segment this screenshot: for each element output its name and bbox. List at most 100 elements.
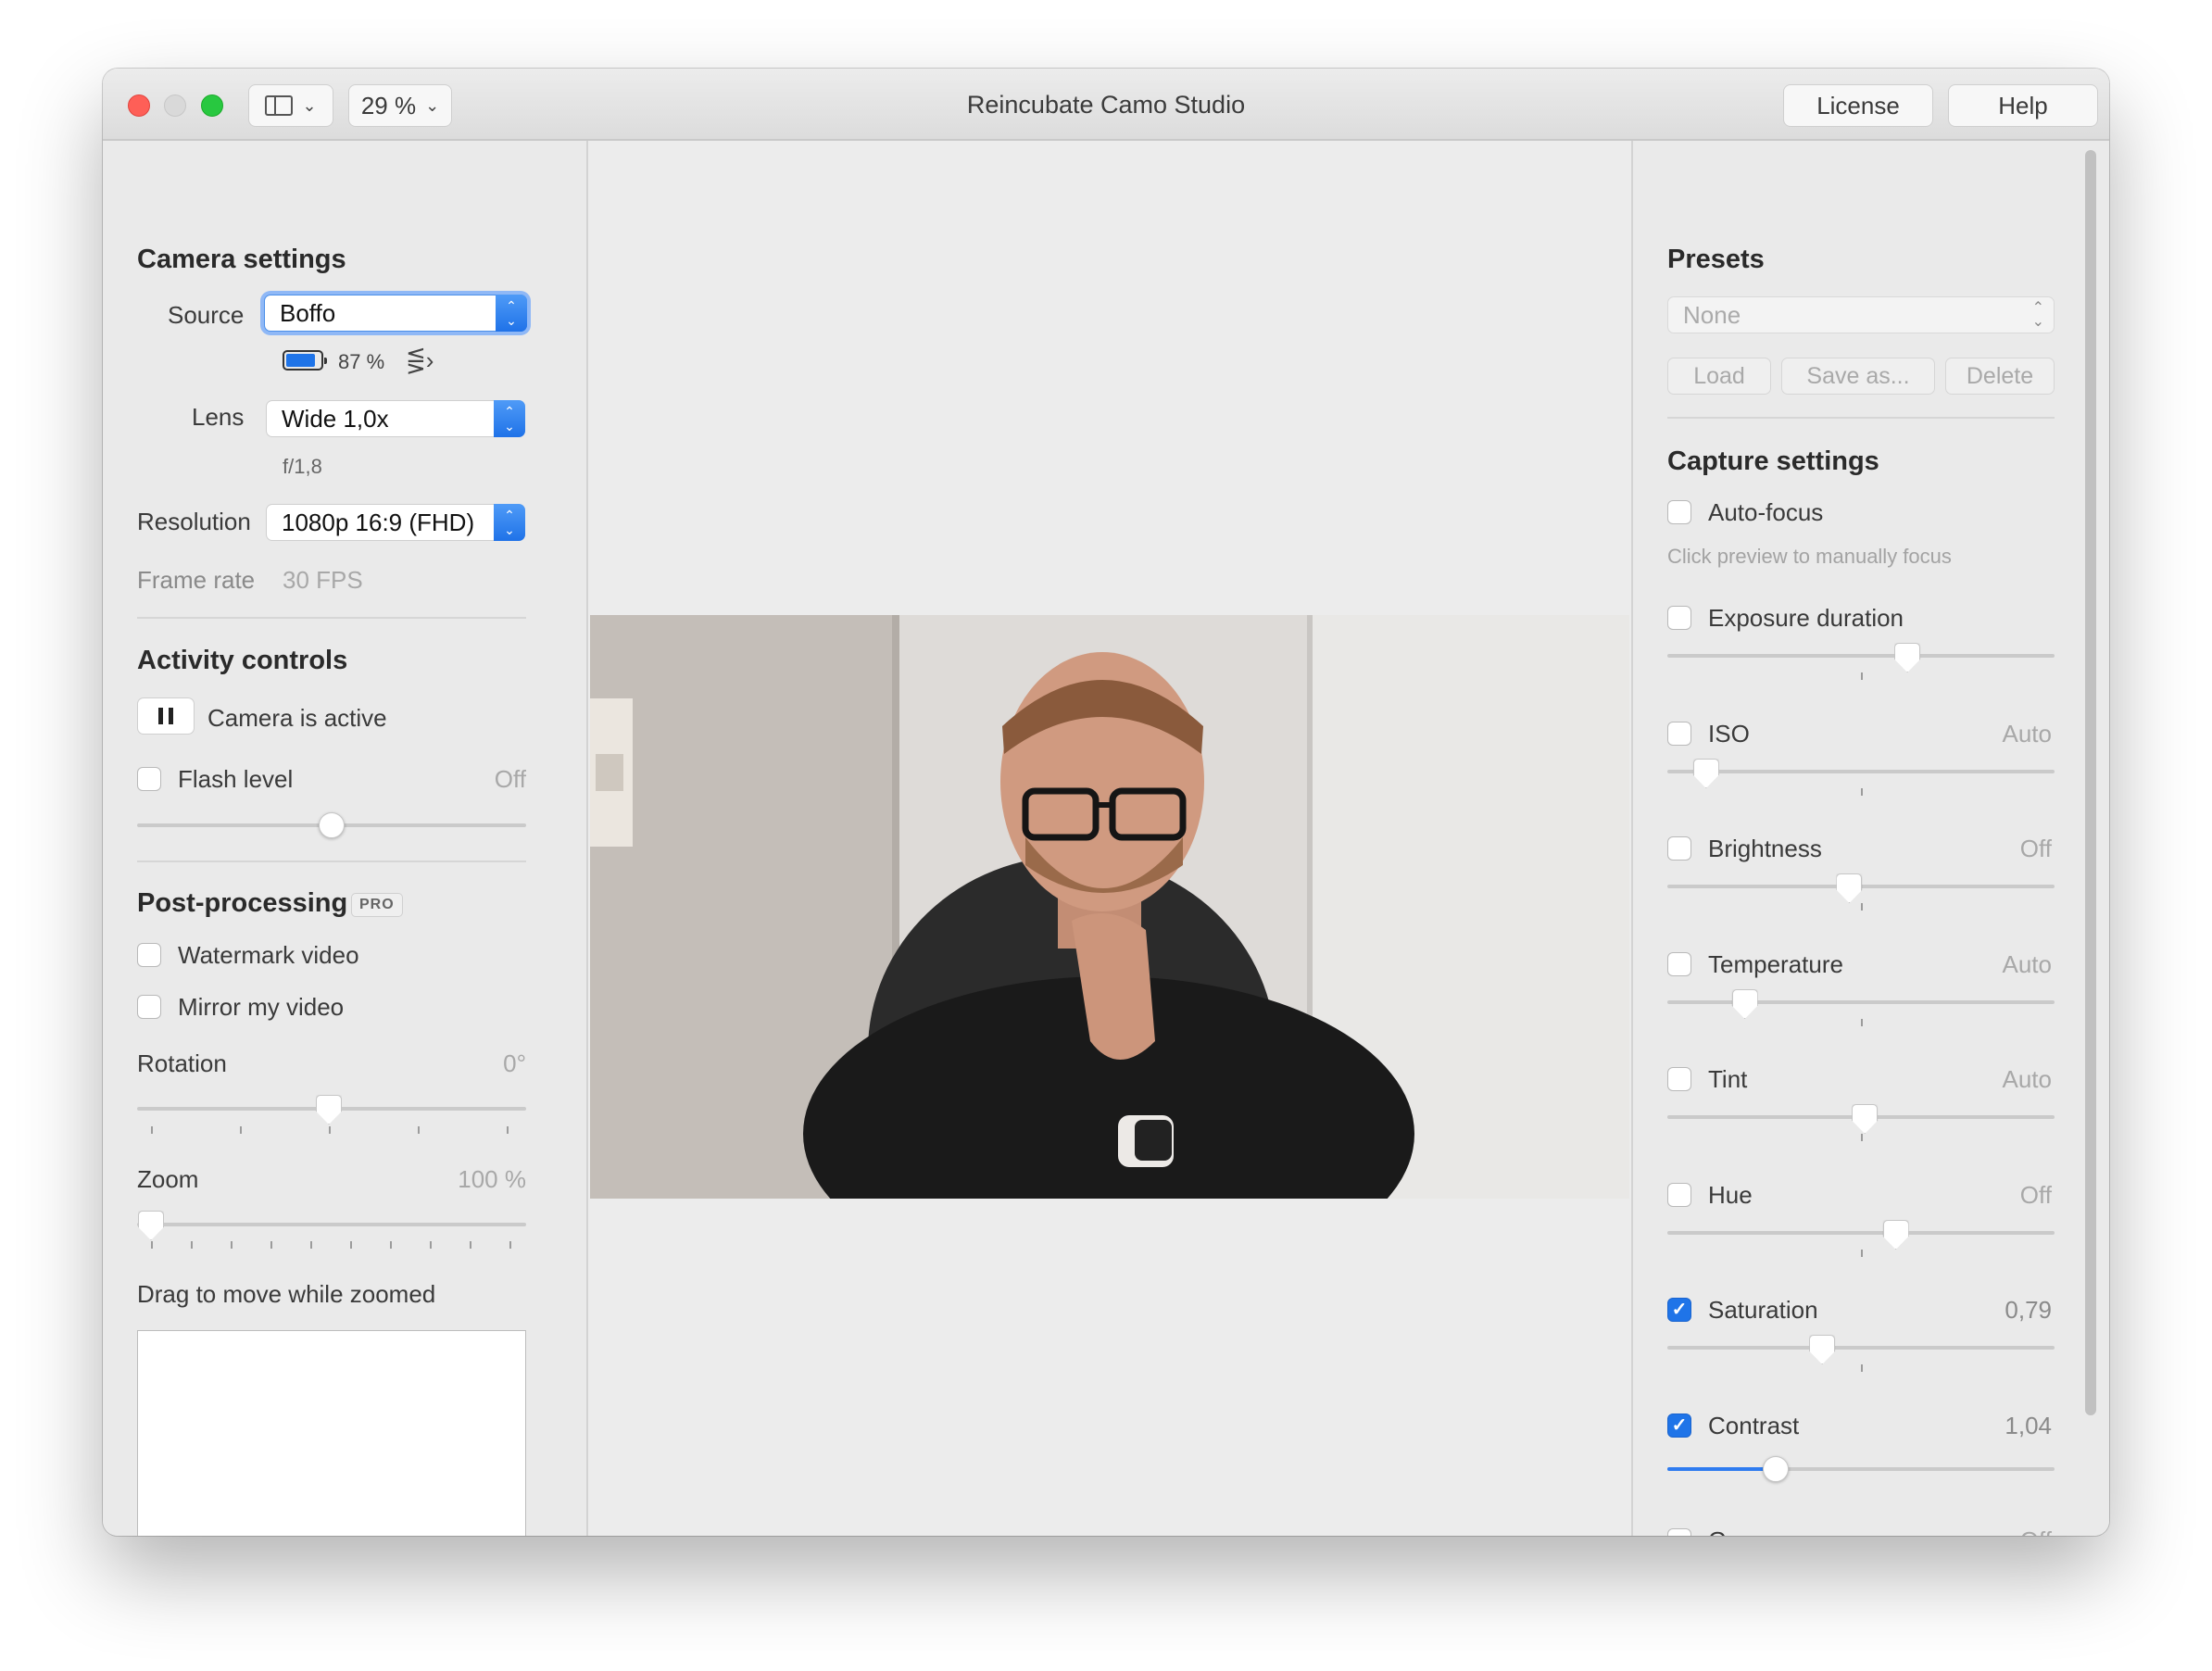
- exposure-duration-slider-track: [1667, 654, 2055, 658]
- hue-checkbox[interactable]: [1667, 1183, 1691, 1207]
- zoom-label: Zoom: [137, 1165, 199, 1193]
- saturation-slider-track: [1667, 1346, 2055, 1350]
- tint-slider-thumb[interactable]: [1852, 1104, 1879, 1134]
- load-preset-button[interactable]: Load: [1667, 358, 1771, 395]
- camera-preview[interactable]: [590, 615, 1629, 1199]
- slider-tick: [231, 1241, 233, 1249]
- left-sidebar: Camera settings Source Boffo ⌃ ⌄ 87 % ⋚› …: [103, 141, 588, 1536]
- slider-tick: [151, 1126, 153, 1134]
- temperature-slider-thumb[interactable]: [1731, 989, 1758, 1019]
- drag-hint: Drag to move while zoomed: [137, 1280, 436, 1308]
- zoom-slider-thumb[interactable]: [138, 1211, 164, 1240]
- camera-settings-heading: Camera settings: [137, 245, 346, 274]
- tint-label: Tint: [1708, 1065, 1748, 1093]
- section-divider: [137, 617, 526, 619]
- brightness-slider-thumb[interactable]: [1836, 873, 1863, 903]
- battery-percent: 87 %: [338, 350, 385, 373]
- slider-tick: [270, 1241, 272, 1249]
- slider-tick: [470, 1241, 471, 1249]
- slider-tick: [151, 1241, 153, 1249]
- gamma-checkbox[interactable]: [1667, 1528, 1691, 1536]
- select-stepper-icon: ⌃ ⌄: [496, 295, 527, 332]
- hue-label: Hue: [1708, 1181, 1753, 1209]
- sidebar-scrollbar[interactable]: [2085, 150, 2096, 1415]
- pause-camera-button[interactable]: [137, 697, 195, 735]
- preset-select[interactable]: None ⌃ ⌄: [1667, 296, 2055, 333]
- rotation-label: Rotation: [137, 1049, 227, 1077]
- license-button[interactable]: License: [1783, 84, 1933, 127]
- source-select[interactable]: Boffo ⌃ ⌄: [264, 295, 527, 332]
- iso-value: Auto: [2002, 720, 2053, 748]
- help-button[interactable]: Help: [1948, 84, 2098, 127]
- slider-tick: [430, 1241, 432, 1249]
- watermark-checkbox[interactable]: [137, 943, 161, 967]
- tint-value: Auto: [2002, 1065, 2053, 1093]
- iso-checkbox[interactable]: [1667, 722, 1691, 746]
- auto-focus-checkbox[interactable]: [1667, 500, 1691, 524]
- capture-settings-heading: Capture settings: [1667, 446, 1879, 476]
- select-stepper-icon: ⌃ ⌄: [2031, 300, 2044, 330]
- post-processing-heading: Post-processing: [137, 888, 348, 918]
- pause-icon-bar: [158, 708, 163, 724]
- slider-tick: [1861, 672, 1863, 680]
- right-sidebar: Presets None ⌃ ⌄ Load Save as... Delete C…: [1631, 141, 2109, 1536]
- flash-level-value: Off: [494, 765, 526, 793]
- slider-tick: [310, 1241, 312, 1249]
- temperature-slider-track: [1667, 1000, 2055, 1004]
- temperature-label: Temperature: [1708, 950, 1843, 978]
- temperature-value: Auto: [2002, 950, 2053, 978]
- exposure-duration-label: Exposure duration: [1708, 604, 1904, 632]
- iso-slider-thumb[interactable]: [1692, 759, 1719, 788]
- slider-tick: [191, 1241, 193, 1249]
- tint-checkbox[interactable]: [1667, 1067, 1691, 1091]
- lens-select[interactable]: Wide 1,0x ⌃ ⌄: [266, 400, 525, 437]
- slider-tick: [1861, 903, 1863, 911]
- slider-tick: [1861, 788, 1863, 796]
- zoom-navigator-area[interactable]: [137, 1330, 526, 1536]
- source-label: Source: [168, 301, 245, 329]
- hue-value: Off: [2019, 1181, 2052, 1209]
- contrast-slider-fill: [1667, 1467, 1777, 1471]
- usb-icon: ⋚›: [406, 346, 434, 374]
- temperature-checkbox[interactable]: [1667, 952, 1691, 976]
- hue-slider-track: [1667, 1231, 2055, 1235]
- select-stepper-icon: ⌃ ⌄: [494, 504, 525, 541]
- auto-focus-hint: Click preview to manually focus: [1667, 545, 1952, 568]
- brightness-value: Off: [2019, 835, 2052, 862]
- hue-slider-thumb[interactable]: [1882, 1220, 1909, 1250]
- delete-preset-button[interactable]: Delete: [1945, 358, 2055, 395]
- frame-rate-value: 30 FPS: [283, 566, 363, 594]
- slider-tick: [1861, 1134, 1863, 1141]
- activity-controls-heading: Activity controls: [137, 646, 348, 675]
- presets-heading: Presets: [1667, 245, 1765, 274]
- flash-level-checkbox[interactable]: [137, 767, 161, 791]
- app-window: ⌄ 29 % ⌄ Reincubate Camo Studio License …: [103, 69, 2109, 1536]
- lens-label: Lens: [192, 403, 245, 431]
- mirror-checkbox[interactable]: [137, 995, 161, 1019]
- contrast-checkbox[interactable]: ✓: [1667, 1413, 1691, 1438]
- pro-badge: PRO: [351, 893, 403, 917]
- exposure-duration-slider-thumb[interactable]: [1894, 643, 1921, 672]
- flash-level-slider-thumb[interactable]: [319, 812, 345, 838]
- slider-tick: [507, 1126, 509, 1134]
- aperture-value: f/1,8: [283, 455, 322, 478]
- saturation-checkbox[interactable]: ✓: [1667, 1298, 1691, 1322]
- lens-value: Wide 1,0x: [282, 404, 389, 433]
- exposure-duration-checkbox[interactable]: [1667, 606, 1691, 630]
- zoom-value: 100 %: [458, 1165, 526, 1193]
- saturation-value: 0,79: [2005, 1296, 2052, 1324]
- saturation-slider-thumb[interactable]: [1809, 1335, 1836, 1364]
- resolution-select[interactable]: 1080p 16:9 (FHD) ⌃ ⌄: [266, 504, 525, 541]
- rotation-slider-thumb[interactable]: [316, 1095, 342, 1124]
- section-divider: [137, 861, 526, 862]
- resolution-label: Resolution: [137, 508, 251, 535]
- iso-slider-track: [1667, 770, 2055, 773]
- slider-tick: [509, 1241, 511, 1249]
- camera-status-label: Camera is active: [207, 704, 387, 732]
- contrast-slider-thumb[interactable]: [1763, 1456, 1790, 1482]
- preview-area[interactable]: [590, 141, 1629, 1536]
- battery-icon: [283, 350, 327, 371]
- save-preset-button[interactable]: Save as...: [1781, 358, 1935, 395]
- brightness-checkbox[interactable]: [1667, 836, 1691, 861]
- mirror-label: Mirror my video: [178, 993, 345, 1021]
